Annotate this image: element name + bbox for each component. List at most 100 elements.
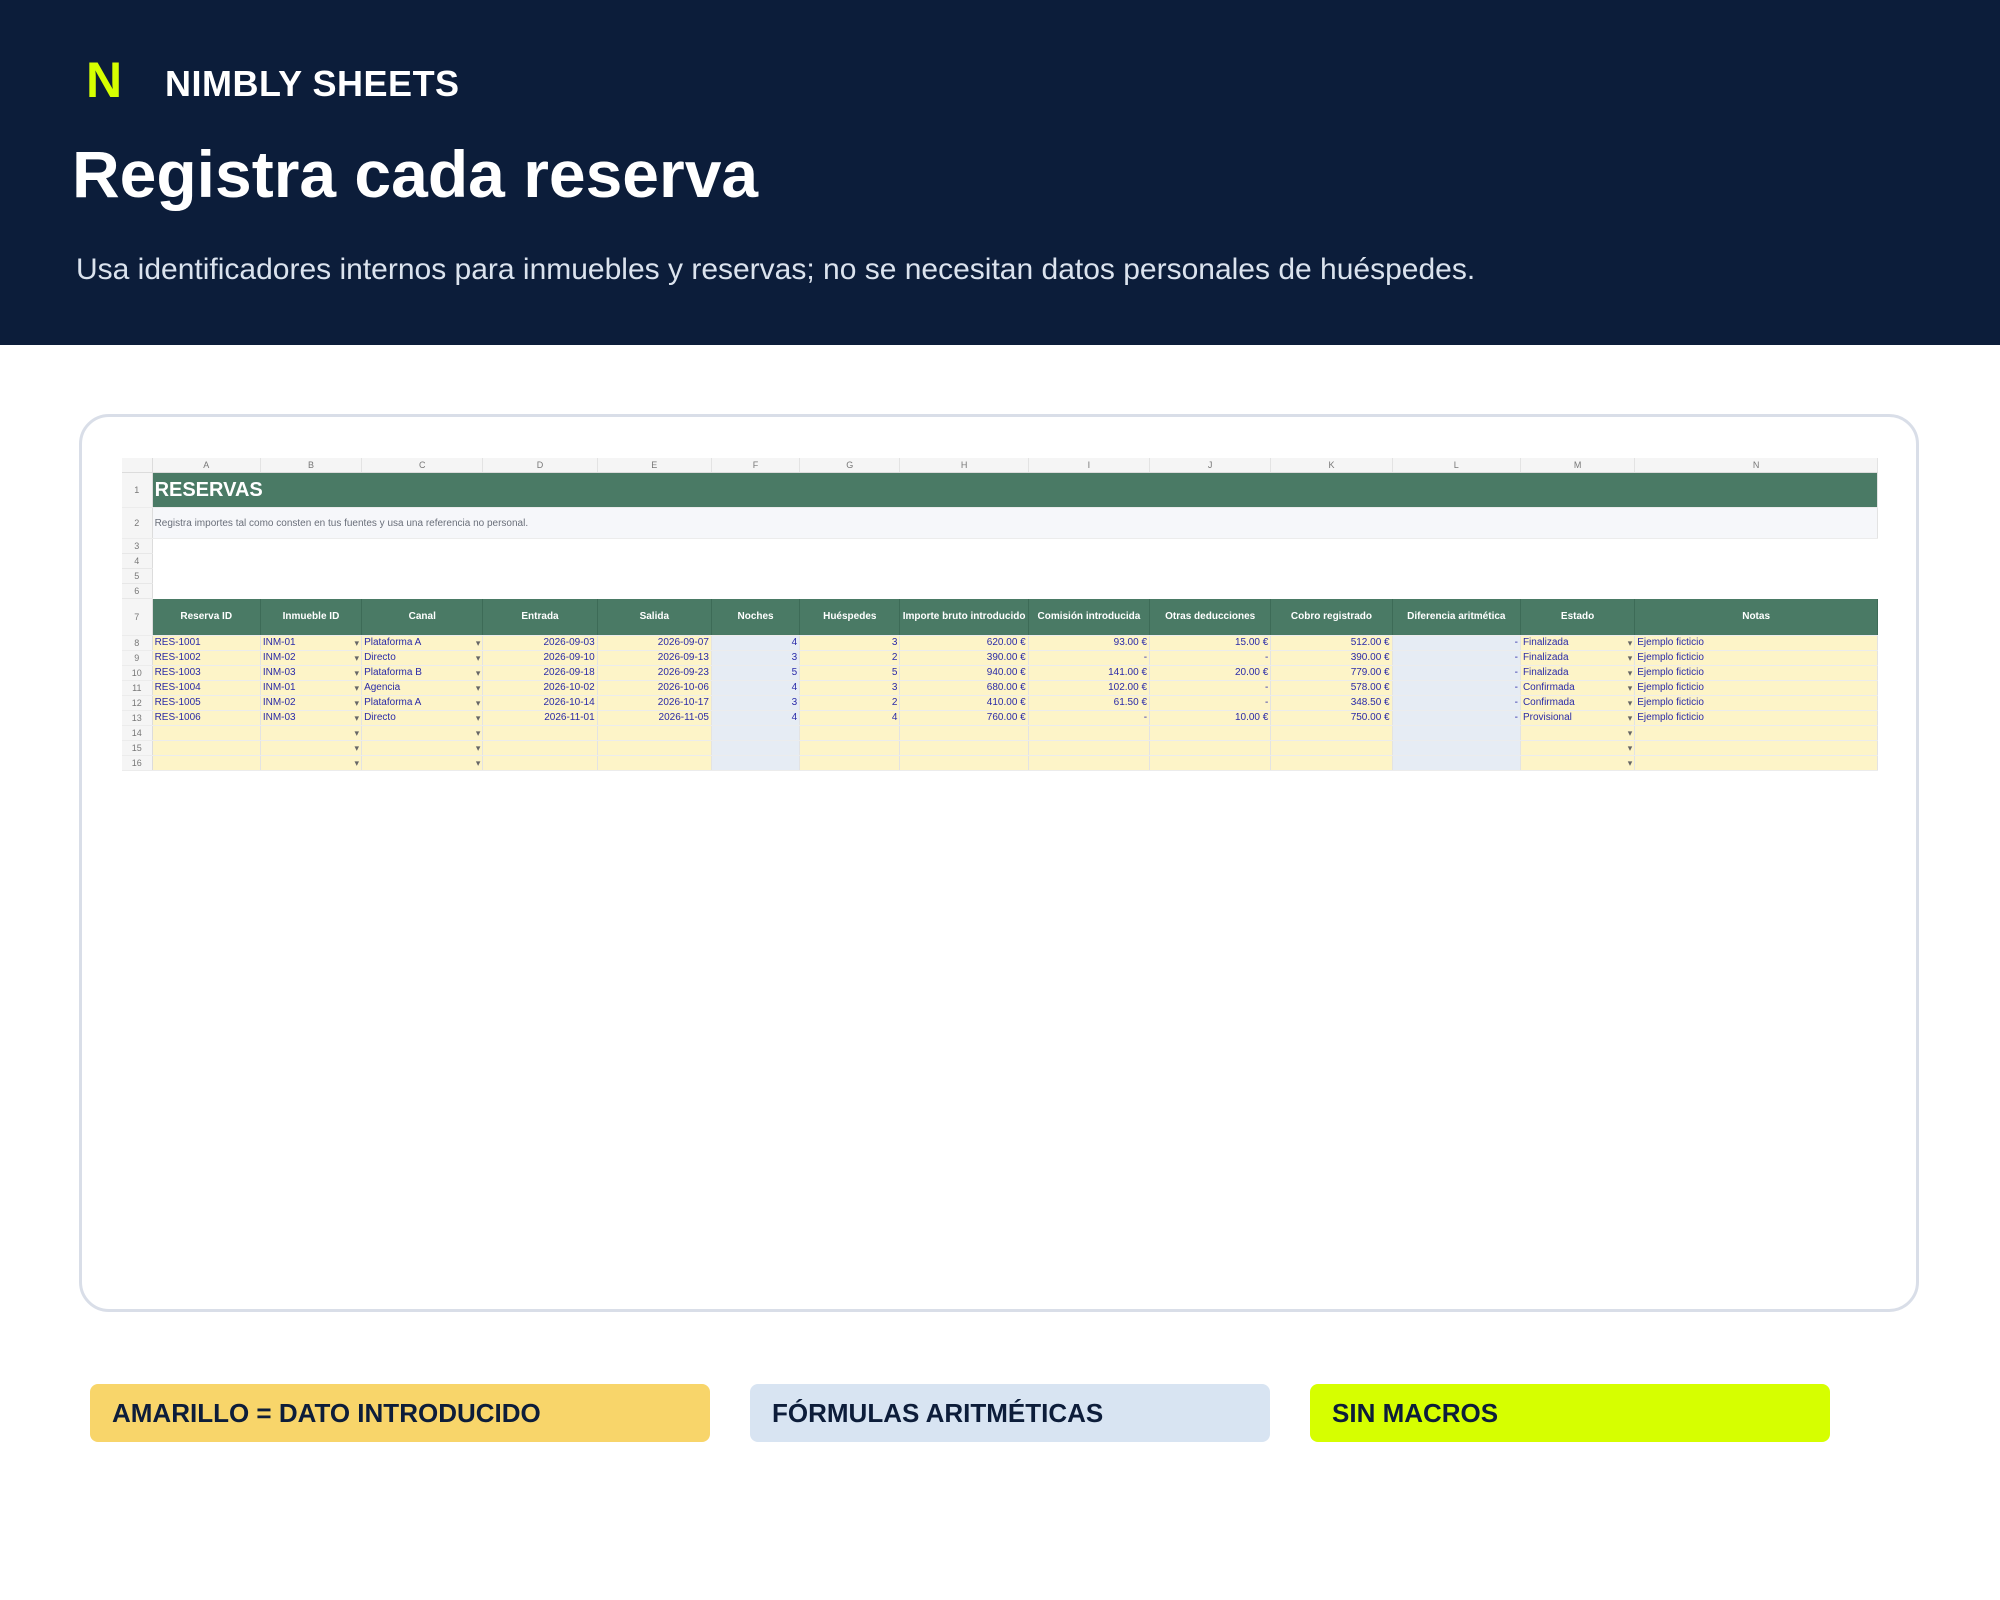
row-number[interactable]: 16 xyxy=(122,755,153,771)
empty-input-cell[interactable] xyxy=(799,755,901,771)
empty-cells[interactable] xyxy=(152,584,1877,599)
column-header[interactable]: Notas xyxy=(1634,598,1878,636)
table-cell[interactable]: Confirmada xyxy=(1520,680,1636,696)
table-cell[interactable]: 20.00 € xyxy=(1149,665,1272,681)
column-header[interactable]: Noches xyxy=(711,598,801,636)
empty-input-cell[interactable] xyxy=(799,740,901,756)
empty-input-cell[interactable] xyxy=(1392,725,1521,741)
column-header[interactable]: Salida xyxy=(597,598,712,636)
row-number[interactable]: 2 xyxy=(122,507,153,539)
table-cell[interactable]: 15.00 € xyxy=(1149,635,1272,651)
table-cell[interactable]: Confirmada xyxy=(1520,695,1636,711)
table-cell[interactable]: - xyxy=(1392,680,1521,696)
empty-input-cell[interactable] xyxy=(1149,725,1272,741)
column-letter[interactable]: M xyxy=(1520,458,1636,473)
empty-input-cell[interactable] xyxy=(482,740,598,756)
empty-input-cell[interactable] xyxy=(711,740,801,756)
empty-input-cell[interactable] xyxy=(361,740,484,756)
empty-input-cell[interactable] xyxy=(1149,740,1272,756)
empty-input-cell[interactable] xyxy=(899,740,1029,756)
empty-input-cell[interactable] xyxy=(899,755,1029,771)
empty-input-cell[interactable] xyxy=(1028,755,1151,771)
table-cell[interactable]: 2 xyxy=(799,695,901,711)
table-cell[interactable]: 10.00 € xyxy=(1149,710,1272,726)
row-number[interactable]: 10 xyxy=(122,665,153,681)
table-cell[interactable]: Ejemplo ficticio xyxy=(1634,710,1878,726)
row-number[interactable]: 3 xyxy=(122,538,153,554)
empty-input-cell[interactable] xyxy=(260,725,363,741)
table-cell[interactable]: 5 xyxy=(799,665,901,681)
empty-input-cell[interactable] xyxy=(152,725,261,741)
table-cell[interactable]: - xyxy=(1149,680,1272,696)
empty-input-cell[interactable] xyxy=(361,725,484,741)
empty-input-cell[interactable] xyxy=(1520,725,1636,741)
empty-input-cell[interactable] xyxy=(1270,755,1393,771)
table-cell[interactable]: INM-02 xyxy=(260,695,363,711)
table-cell[interactable]: INM-03 xyxy=(260,665,363,681)
table-cell[interactable]: INM-02 xyxy=(260,650,363,666)
column-header[interactable]: Canal xyxy=(361,598,484,636)
table-cell[interactable]: 760.00 € xyxy=(899,710,1029,726)
table-cell[interactable]: - xyxy=(1392,650,1521,666)
column-header[interactable]: Entrada xyxy=(482,598,598,636)
empty-cells[interactable] xyxy=(152,569,1877,584)
column-letter[interactable]: A xyxy=(152,458,261,473)
column-header[interactable]: Comisión introducida xyxy=(1028,598,1151,636)
table-cell[interactable]: - xyxy=(1392,695,1521,711)
table-cell[interactable]: 4 xyxy=(711,710,801,726)
table-cell[interactable]: 390.00 € xyxy=(899,650,1029,666)
table-cell[interactable]: INM-01 xyxy=(260,635,363,651)
row-number[interactable]: 13 xyxy=(122,710,153,726)
table-cell[interactable]: - xyxy=(1149,695,1272,711)
table-cell[interactable]: RES-1006 xyxy=(152,710,261,726)
column-letter[interactable]: N xyxy=(1634,458,1878,473)
table-cell[interactable]: Finalizada xyxy=(1520,650,1636,666)
empty-input-cell[interactable] xyxy=(1149,755,1272,771)
table-cell[interactable]: 390.00 € xyxy=(1270,650,1393,666)
table-cell[interactable]: Ejemplo ficticio xyxy=(1634,635,1878,651)
row-number[interactable]: 8 xyxy=(122,635,153,651)
column-letter[interactable]: B xyxy=(260,458,363,473)
table-cell[interactable]: - xyxy=(1028,650,1151,666)
table-cell[interactable]: 2026-11-01 xyxy=(482,710,598,726)
table-cell[interactable]: Directo xyxy=(361,650,484,666)
table-cell[interactable]: Finalizada xyxy=(1520,635,1636,651)
column-letter[interactable]: H xyxy=(899,458,1029,473)
table-cell[interactable]: 2026-10-06 xyxy=(597,680,712,696)
table-cell[interactable]: 2026-09-10 xyxy=(482,650,598,666)
table-cell[interactable]: - xyxy=(1392,665,1521,681)
table-cell[interactable]: 348.50 € xyxy=(1270,695,1393,711)
empty-input-cell[interactable] xyxy=(899,725,1029,741)
row-number[interactable]: 14 xyxy=(122,725,153,741)
empty-input-cell[interactable] xyxy=(482,725,598,741)
spreadsheet-grid[interactable]: A B C D E F G H I J K L M N 1 RESERVAS 2 Registra importe… xyxy=(122,458,1879,771)
table-cell[interactable]: Ejemplo ficticio xyxy=(1634,680,1878,696)
empty-input-cell[interactable] xyxy=(260,740,363,756)
row-number[interactable]: 12 xyxy=(122,695,153,711)
row-number[interactable]: 6 xyxy=(122,583,153,599)
column-letter[interactable]: F xyxy=(711,458,801,473)
table-cell[interactable]: Directo xyxy=(361,710,484,726)
table-cell[interactable]: Ejemplo ficticio xyxy=(1634,665,1878,681)
table-cell[interactable]: 4 xyxy=(799,710,901,726)
empty-input-cell[interactable] xyxy=(361,755,484,771)
table-cell[interactable]: Agencia xyxy=(361,680,484,696)
empty-cells[interactable] xyxy=(152,554,1877,569)
empty-cells[interactable] xyxy=(152,539,1877,554)
column-header[interactable]: Cobro registrado xyxy=(1270,598,1393,636)
empty-input-cell[interactable] xyxy=(1634,725,1878,741)
table-cell[interactable]: INM-03 xyxy=(260,710,363,726)
column-header[interactable]: Diferencia aritmética xyxy=(1392,598,1521,636)
row-number[interactable]: 9 xyxy=(122,650,153,666)
table-cell[interactable]: 3 xyxy=(799,680,901,696)
sheet-title[interactable]: RESERVAS xyxy=(152,472,1879,508)
table-cell[interactable]: RES-1003 xyxy=(152,665,261,681)
column-header[interactable]: Huéspedes xyxy=(799,598,901,636)
table-cell[interactable]: 779.00 € xyxy=(1270,665,1393,681)
table-cell[interactable]: 750.00 € xyxy=(1270,710,1393,726)
table-cell[interactable]: 2026-10-17 xyxy=(597,695,712,711)
table-cell[interactable]: 2026-09-03 xyxy=(482,635,598,651)
table-cell[interactable]: 620.00 € xyxy=(899,635,1029,651)
column-header[interactable]: Otras deducciones xyxy=(1149,598,1272,636)
empty-input-cell[interactable] xyxy=(1520,740,1636,756)
